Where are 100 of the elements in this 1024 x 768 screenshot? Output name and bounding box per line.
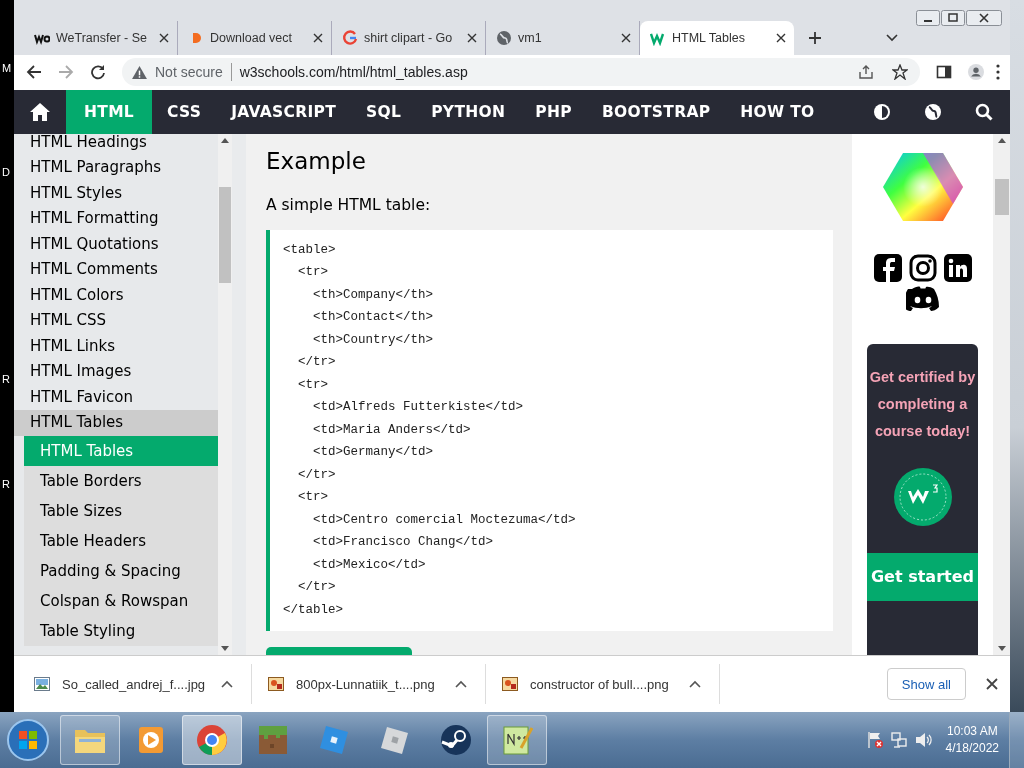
close-icon[interactable] (467, 32, 477, 43)
flag-icon[interactable] (865, 731, 884, 749)
scroll-up-icon[interactable] (997, 137, 1006, 143)
nav-link[interactable]: HOW TO (725, 89, 830, 134)
sidebar-link[interactable]: HTML Comments (14, 257, 218, 283)
new-tab-icon[interactable] (808, 30, 822, 45)
promo-text: Get certified by completing a course today! (869, 367, 976, 441)
show-all-button[interactable]: Show all (886, 668, 966, 701)
browser-tab[interactable]: HTML Tables (640, 20, 794, 55)
download-item[interactable]: 800px-Lunnatiik_t....png (268, 664, 486, 705)
sidebar-link[interactable]: HTML Links (14, 333, 218, 360)
code-line: </tr> (297, 354, 337, 372)
code-line: </table> (283, 601, 344, 619)
scroll-up-icon[interactable] (221, 137, 229, 143)
sidebar-link[interactable]: HTML Headings (14, 133, 218, 156)
code-line: <td>Centro comercial Moctezuma</td> (312, 511, 577, 529)
sidebar-link[interactable]: Colspan & Rowspan (24, 585, 218, 616)
minimize-icon[interactable] (916, 10, 940, 26)
browser-tab[interactable]: shirt clipart - Go (332, 20, 486, 55)
code-line: <td>Mexico</td> (312, 556, 427, 574)
discord-icon[interactable] (905, 285, 940, 312)
menu-icon[interactable] (996, 64, 1000, 81)
warning-icon (132, 65, 147, 79)
browser-tab[interactable]: WeTransfer - Se (24, 20, 178, 55)
code-line: <th>Country</th> (312, 331, 435, 349)
facebook-icon[interactable] (873, 253, 902, 282)
code-line: <th>Company</th> (312, 286, 435, 304)
nav-link[interactable]: PYTHON (416, 89, 521, 134)
section-heading: Example (266, 147, 367, 176)
profile-icon[interactable] (968, 64, 984, 81)
nav-link[interactable]: SQL (351, 89, 417, 134)
sidebar-link[interactable]: Table Styling (24, 615, 218, 646)
sidebar-link[interactable]: HTML Favicon (14, 384, 218, 411)
image-file-icon (502, 677, 518, 692)
sidebar-link[interactable]: Table Sizes (24, 495, 218, 526)
nav-link[interactable]: CSS (152, 89, 217, 134)
code-line: <tr> (297, 489, 329, 507)
scroll-thumb[interactable] (219, 186, 231, 283)
scroll-thumb[interactable] (994, 178, 1009, 215)
nav-link[interactable]: BOOTSTRAP (586, 89, 726, 134)
g-logo-icon (342, 29, 358, 46)
network-icon[interactable] (889, 731, 908, 749)
notepad-icon (501, 724, 533, 756)
download-item[interactable]: So_called_andrej_f....jpg (34, 664, 252, 705)
caret-up-icon[interactable] (689, 680, 701, 689)
sidebar-link[interactable]: HTML Formatting (14, 206, 218, 232)
sidebar-link[interactable]: HTML CSS (14, 308, 218, 334)
share-icon[interactable] (858, 64, 874, 81)
star-icon[interactable] (892, 64, 908, 81)
code-line: <td>Germany</td> (312, 444, 435, 462)
code-line: <table> (283, 241, 337, 259)
chevron-down-icon[interactable] (886, 33, 898, 42)
scroll-down-icon[interactable] (997, 646, 1006, 652)
close-icon[interactable] (621, 32, 631, 43)
globe-icon[interactable] (924, 102, 942, 121)
globe-icon (496, 29, 512, 46)
desktop-icon-label: R (2, 478, 10, 490)
clock[interactable]: 10:03 AM 4/18/2022 (945, 723, 999, 757)
back-arrow-icon[interactable] (26, 64, 42, 81)
nav-link[interactable]: PHP (520, 89, 587, 134)
sidebar-link[interactable]: HTML Images (14, 359, 218, 385)
instagram-icon[interactable] (908, 253, 937, 282)
sidebar-link[interactable]: HTML Colors (14, 282, 218, 309)
caret-up-icon[interactable] (455, 680, 467, 689)
nav-link[interactable]: JAVASCRIPT (216, 89, 352, 134)
close-icon[interactable] (159, 32, 169, 43)
close-icon[interactable] (776, 32, 786, 43)
code-line: <tr> (297, 376, 329, 394)
sidebar-link[interactable]: HTML Tables (14, 410, 218, 436)
color-hexagon-icon[interactable] (882, 152, 963, 221)
speaker-icon[interactable] (913, 731, 932, 749)
reload-icon[interactable] (90, 64, 106, 81)
search-icon[interactable] (975, 102, 993, 121)
caret-up-icon[interactable] (221, 680, 233, 689)
scroll-down-icon[interactable] (221, 646, 229, 652)
linkedin-icon[interactable] (943, 253, 972, 282)
sidebar-link[interactable]: Table Headers (24, 525, 218, 556)
scrollbar[interactable] (993, 133, 1010, 656)
download-item[interactable]: constructor of bull....png (502, 664, 720, 705)
code-line: <td>Maria Anders</td> (312, 421, 472, 439)
side-panel-icon[interactable] (936, 64, 952, 81)
sidebar-link[interactable]: HTML Styles (14, 180, 218, 207)
browser-tab[interactable]: Download vect (178, 20, 332, 55)
sidebar-link[interactable]: Padding & Spacing (24, 555, 218, 586)
certificate-badge-icon (892, 466, 953, 527)
contrast-icon[interactable] (873, 102, 891, 121)
home-icon (30, 102, 50, 121)
close-icon[interactable] (986, 678, 998, 691)
scrollbar[interactable] (218, 133, 232, 656)
close-icon[interactable] (966, 10, 1002, 26)
sidebar-link[interactable]: HTML Paragraphs (14, 155, 218, 181)
close-icon[interactable] (313, 32, 323, 43)
sidebar-link[interactable]: Table Borders (24, 465, 218, 496)
maximize-icon[interactable] (941, 10, 965, 26)
intro-text: A simple HTML table: (266, 195, 432, 214)
address-field[interactable]: Not secure w3schools.com/html/html_tables.asp (122, 58, 920, 87)
code-line: </tr> (297, 466, 337, 484)
sidebar-link[interactable]: HTML Quotations (14, 231, 218, 258)
round-logo-icon (440, 724, 472, 756)
start-button[interactable] (6, 718, 50, 762)
